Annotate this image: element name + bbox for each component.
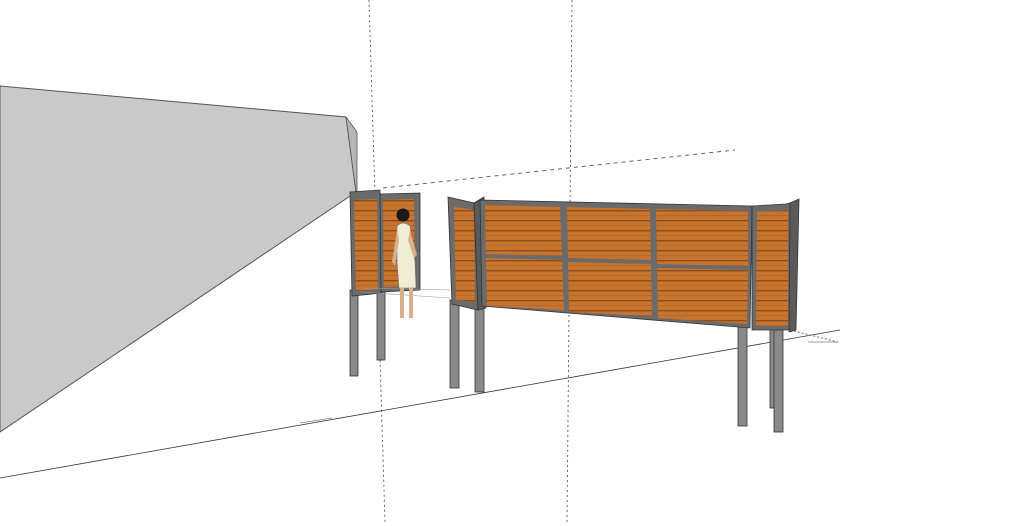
grey-wall	[0, 85, 358, 433]
scene-svg	[0, 0, 841, 523]
ground-edge-line	[0, 329, 841, 479]
model-viewport[interactable]	[0, 0, 1024, 523]
dashed-axis	[382, 149, 736, 189]
main-fence	[447, 196, 800, 433]
